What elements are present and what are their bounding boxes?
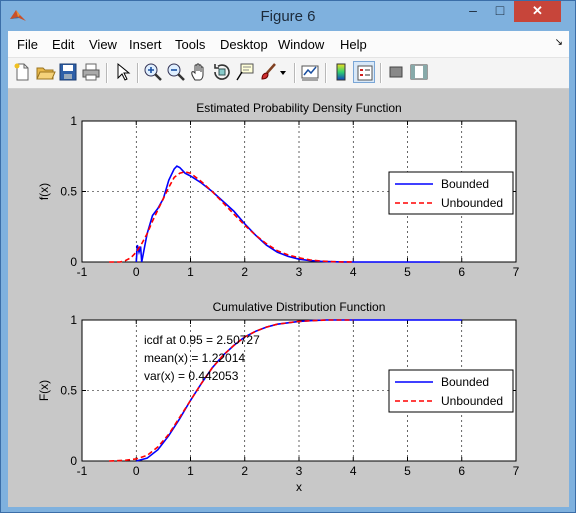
menu-insert[interactable]: Insert: [129, 37, 162, 52]
stats-annotation: icdf at 0.95 = 2.50727: [144, 333, 260, 347]
y-tick-label: 0.5: [60, 185, 77, 199]
x-tick-label: 0: [133, 265, 140, 279]
y-axis-label: f(x): [37, 183, 51, 200]
menu-tools[interactable]: Tools: [175, 37, 205, 52]
menu-bar: File Edit View Insert Tools Desktop Wind…: [8, 31, 569, 58]
window-client: File Edit View Insert Tools Desktop Wind…: [8, 31, 569, 507]
pointer-icon[interactable]: [111, 61, 133, 83]
x-tick-label: 1: [187, 265, 194, 279]
link-plot-icon[interactable]: [299, 61, 321, 83]
y-tick-label: 0: [70, 255, 77, 269]
y-tick-label: 0: [70, 454, 77, 468]
toolbar-separator: [294, 63, 296, 83]
legend-label: Bounded: [441, 375, 489, 389]
x-axis-label: x: [296, 480, 302, 494]
save-icon[interactable]: [57, 61, 79, 83]
rotate-3d-icon[interactable]: [211, 61, 233, 83]
brush-dropdown-icon[interactable]: [278, 61, 288, 83]
x-tick-label: 4: [350, 464, 357, 478]
menu-file[interactable]: File: [17, 37, 38, 52]
toolbar-separator: [106, 63, 108, 83]
x-tick-label: 7: [513, 265, 520, 279]
x-tick-label: 3: [296, 464, 303, 478]
zoom-out-icon[interactable]: [165, 61, 187, 83]
menu-view[interactable]: View: [89, 37, 117, 52]
legend-label: Unbounded: [441, 196, 503, 210]
x-tick-label: 3: [296, 265, 303, 279]
x-tick-label: 5: [404, 265, 411, 279]
y-tick-label: 1: [70, 313, 77, 327]
insert-legend-icon[interactable]: [353, 61, 375, 83]
x-tick-label: 6: [458, 265, 465, 279]
data-cursor-icon[interactable]: [234, 61, 256, 83]
x-tick-label: 1: [187, 464, 194, 478]
legend: Bounded Unbounded: [388, 369, 514, 413]
hide-plot-tools-icon[interactable]: [385, 61, 407, 83]
x-tick-label: 5: [404, 464, 411, 478]
y-tick-label: 0.5: [60, 384, 77, 398]
figure-canvas: -1 0 1 2 3 4 5 6 7 0 0.5 1 Estimated Probability Den…: [8, 89, 569, 507]
menu-window[interactable]: Window: [278, 37, 324, 52]
maximize-button[interactable]: □: [487, 1, 513, 22]
dock-arrow-icon[interactable]: ↘: [555, 37, 563, 48]
menu-help[interactable]: Help: [340, 37, 367, 52]
toolbar-separator: [137, 63, 139, 83]
brush-icon[interactable]: [257, 61, 279, 83]
x-tick-label: 2: [241, 464, 248, 478]
menu-edit[interactable]: Edit: [52, 37, 74, 52]
minimize-button[interactable]: –: [460, 1, 486, 22]
title-bar[interactable]: Figure 6 – □ ✕: [1, 1, 575, 31]
stats-annotation: var(x) = 0.442053: [144, 369, 239, 383]
open-file-icon[interactable]: [34, 61, 56, 83]
x-tick-label: -1: [77, 265, 88, 279]
legend-label: Unbounded: [441, 394, 503, 408]
chart-title: Estimated Probability Density Function: [196, 101, 401, 115]
axes-2: -1 0 1 2 3 4 5 6 700.51Cumulative Distribution F…: [37, 300, 520, 494]
x-tick-label: 4: [350, 265, 357, 279]
y-axis-label: F(x): [37, 380, 51, 401]
plot-area: -1 0 1 2 3 4 5 6 700.51Estimated Probability Den…: [37, 101, 520, 494]
zoom-in-icon[interactable]: [142, 61, 164, 83]
x-tick-label: 7: [513, 464, 520, 478]
chart-title: Cumulative Distribution Function: [213, 300, 386, 314]
menu-desktop[interactable]: Desktop: [220, 37, 268, 52]
y-tick-label: 1: [70, 114, 77, 128]
x-tick-label: 0: [133, 464, 140, 478]
axes-1: -1 0 1 2 3 4 5 6 700.51Estimated Probability Den…: [37, 101, 520, 279]
pan-icon[interactable]: [188, 61, 210, 83]
stats-annotation: mean(x) = 1.22014: [144, 351, 245, 365]
insert-colorbar-icon[interactable]: [330, 61, 352, 83]
toolbar-separator: [325, 63, 327, 83]
close-button[interactable]: ✕: [514, 1, 561, 22]
print-icon[interactable]: [80, 61, 102, 83]
x-tick-label: -1: [77, 464, 88, 478]
legend-label: Bounded: [441, 177, 489, 191]
legend: Bounded Unbounded: [388, 171, 514, 215]
show-plot-tools-icon[interactable]: [408, 61, 430, 83]
new-figure-icon[interactable]: [11, 61, 33, 83]
x-tick-label: 2: [241, 265, 248, 279]
figure-window: Figure 6 – □ ✕ File Edit View Insert Too…: [0, 0, 576, 513]
toolbar-separator: [380, 63, 382, 83]
figure-toolbar: [8, 58, 569, 89]
x-tick-label: 6: [458, 464, 465, 478]
